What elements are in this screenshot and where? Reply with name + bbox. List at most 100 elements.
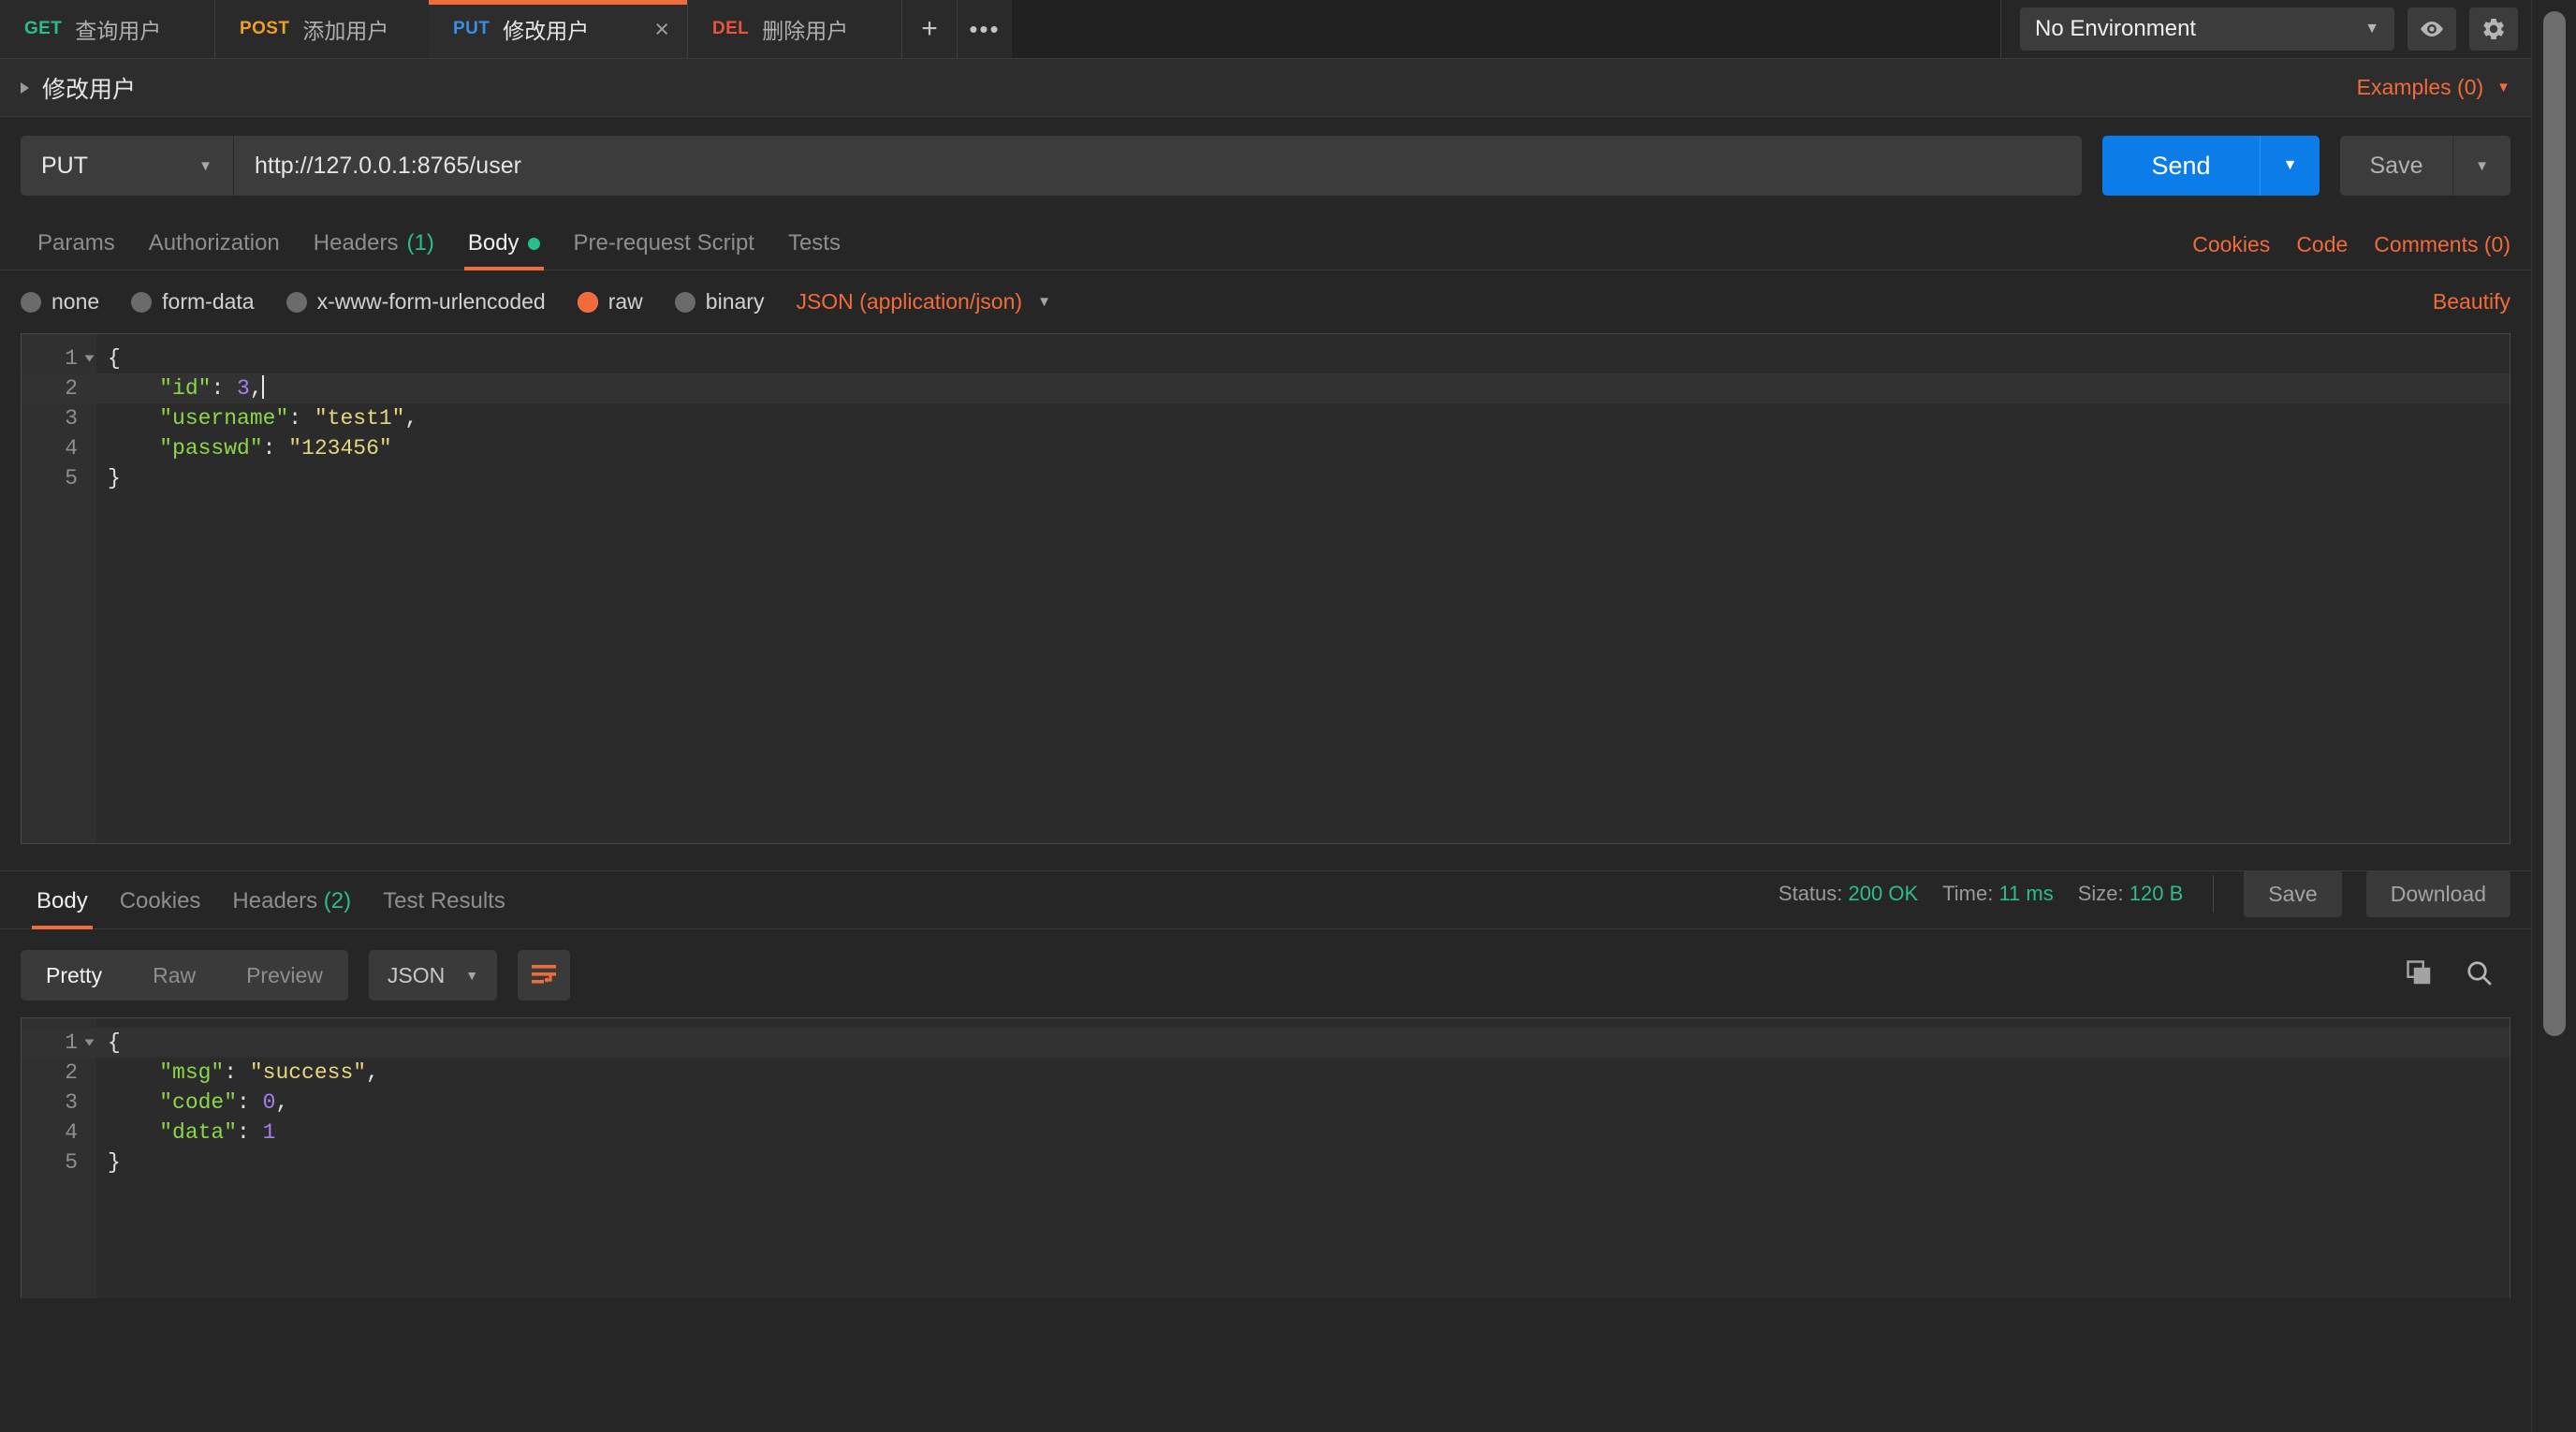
- response-tab-cookies[interactable]: Cookies: [104, 888, 217, 928]
- radio-icon[interactable]: [131, 291, 153, 313]
- environment-select[interactable]: No Environment ▼: [2020, 7, 2394, 51]
- request-tab-4[interactable]: DEL 删除用户: [686, 0, 902, 58]
- search-response-button[interactable]: [2466, 959, 2494, 992]
- body-type-binary[interactable]: binary: [674, 289, 764, 314]
- tab-authorization[interactable]: Authorization: [132, 230, 297, 270]
- save-response-button[interactable]: Save: [2244, 870, 2342, 917]
- code-token: "msg": [159, 1060, 225, 1085]
- download-response-button[interactable]: Download: [2365, 870, 2510, 917]
- environment-quick-look-button[interactable]: [2408, 7, 2456, 51]
- request-editor-code[interactable]: { "id": 3, "username": "test1", "passwd"…: [96, 334, 2510, 843]
- link-cookies[interactable]: Cookies: [2192, 232, 2270, 257]
- copy-icon: [2407, 959, 2431, 984]
- response-format-value: JSON: [387, 962, 446, 987]
- size-item: Size: 120 B: [2078, 882, 2184, 906]
- close-icon[interactable]: ×: [589, 16, 669, 42]
- request-url-input[interactable]: http://127.0.0.1:8765/user: [234, 136, 2082, 196]
- save-button-group: Save ▼: [2340, 136, 2510, 196]
- examples-dropdown[interactable]: Examples (0) ▼: [2357, 75, 2510, 100]
- code-token: 1: [262, 1120, 276, 1145]
- code-token: "code": [159, 1090, 238, 1115]
- tab-params[interactable]: Params: [21, 230, 132, 270]
- save-request-button[interactable]: Save: [2340, 136, 2452, 196]
- new-tab-button[interactable]: +: [900, 0, 958, 58]
- response-body-viewer[interactable]: 12345 { "msg": "success", "code": 0, "da…: [21, 1017, 2510, 1298]
- tab-count-badge: (2): [317, 888, 352, 913]
- word-wrap-button[interactable]: [518, 950, 571, 1001]
- radio-icon[interactable]: [674, 291, 695, 313]
- tab-label: Body: [467, 230, 520, 256]
- response-mode-preview[interactable]: Preview: [221, 950, 348, 1001]
- code-line: }: [96, 463, 2510, 493]
- response-mode-pretty[interactable]: Pretty: [21, 950, 127, 1001]
- http-method-value: PUT: [41, 152, 88, 179]
- request-tab-1[interactable]: GET 查询用户: [0, 0, 215, 58]
- radio-icon[interactable]: [577, 291, 598, 313]
- tab-tests[interactable]: Tests: [771, 230, 857, 270]
- code-token: "username": [159, 406, 289, 431]
- request-tab-2[interactable]: POST 添加用户: [214, 0, 430, 58]
- meta-divider: [2213, 875, 2215, 913]
- search-icon: [2467, 960, 2492, 986]
- tab-pre-request-script[interactable]: Pre-request Script: [557, 230, 771, 270]
- beautify-button[interactable]: Beautify: [2433, 289, 2510, 314]
- response-format-select[interactable]: JSON ▼: [368, 950, 498, 1001]
- request-tab-3[interactable]: PUT 修改用户 ×: [429, 0, 688, 58]
- body-type-label: raw: [607, 289, 643, 314]
- copy-response-button[interactable]: [2406, 959, 2434, 992]
- expand-triangle-icon[interactable]: [21, 81, 29, 94]
- line-number: 3: [65, 1090, 78, 1115]
- radio-icon[interactable]: [21, 291, 41, 313]
- link-code[interactable]: Code: [2296, 232, 2348, 257]
- tab-count-badge: (1): [406, 230, 434, 256]
- url-bar: PUT ▼ http://127.0.0.1:8765/user Send ▼ …: [0, 117, 2531, 216]
- code-token: :: [288, 406, 315, 431]
- code-line: }: [96, 1147, 2510, 1177]
- tab-headers[interactable]: Headers (1): [297, 230, 451, 270]
- response-tab-body[interactable]: Body: [21, 888, 104, 929]
- time-item: Time: 11 ms: [1942, 882, 2054, 906]
- body-type-none[interactable]: none: [21, 289, 99, 314]
- tab-label: Headers: [232, 888, 318, 913]
- body-type-raw[interactable]: raw: [577, 289, 643, 314]
- body-content-type-select[interactable]: JSON (application/json): [796, 289, 1022, 314]
- fold-triangle-icon[interactable]: [84, 1039, 95, 1046]
- fold-triangle-icon[interactable]: [84, 355, 95, 362]
- chevron-down-icon: ▼: [198, 157, 212, 174]
- send-button[interactable]: Send: [2102, 136, 2260, 196]
- tab-label: Headers: [313, 230, 399, 256]
- tab-options-button[interactable]: •••: [956, 0, 1013, 58]
- environment-area: No Environment ▼: [2000, 0, 2531, 58]
- response-mode-raw[interactable]: Raw: [127, 950, 221, 1001]
- line-number: 2: [22, 373, 96, 403]
- text-cursor: [261, 375, 264, 399]
- response-tab-headers[interactable]: Headers (2): [216, 888, 367, 928]
- tab-name-label: 查询用户: [75, 19, 162, 43]
- chevron-down-icon[interactable]: ▼: [1037, 294, 1051, 310]
- tab-body[interactable]: Body: [451, 230, 557, 270]
- link-comments-[interactable]: Comments (0): [2374, 232, 2510, 257]
- body-type-form-data[interactable]: form-data: [131, 289, 255, 314]
- http-method-select[interactable]: PUT ▼: [21, 136, 234, 196]
- tab-label: Body: [37, 888, 88, 913]
- scrollbar-thumb[interactable]: [2543, 11, 2566, 1036]
- radio-icon[interactable]: [285, 291, 307, 313]
- response-mode-segmented: Pretty Raw Preview: [21, 950, 348, 1001]
- vertical-scrollbar[interactable]: [2531, 0, 2576, 1432]
- response-tab-test-results[interactable]: Test Results: [367, 888, 521, 928]
- settings-button[interactable]: [2469, 7, 2518, 51]
- request-body-editor[interactable]: 12 3 4 5 { "id": 3, "username": "test1", "p…: [21, 333, 2510, 844]
- code-line: "username": "test1",: [96, 403, 2510, 433]
- response-toolbar-right: [2406, 959, 2510, 992]
- save-options-button[interactable]: ▼: [2452, 136, 2510, 196]
- send-options-button[interactable]: ▼: [2260, 136, 2320, 196]
- code-token: "passwd": [159, 436, 263, 460]
- code-token: "123456": [288, 436, 392, 460]
- code-token: "success": [249, 1060, 367, 1085]
- body-type-x-www-form-urlencoded[interactable]: x-www-form-urlencoded: [285, 289, 546, 314]
- status-value: 200 OK: [1848, 882, 1919, 905]
- code-token: :: [237, 1090, 263, 1115]
